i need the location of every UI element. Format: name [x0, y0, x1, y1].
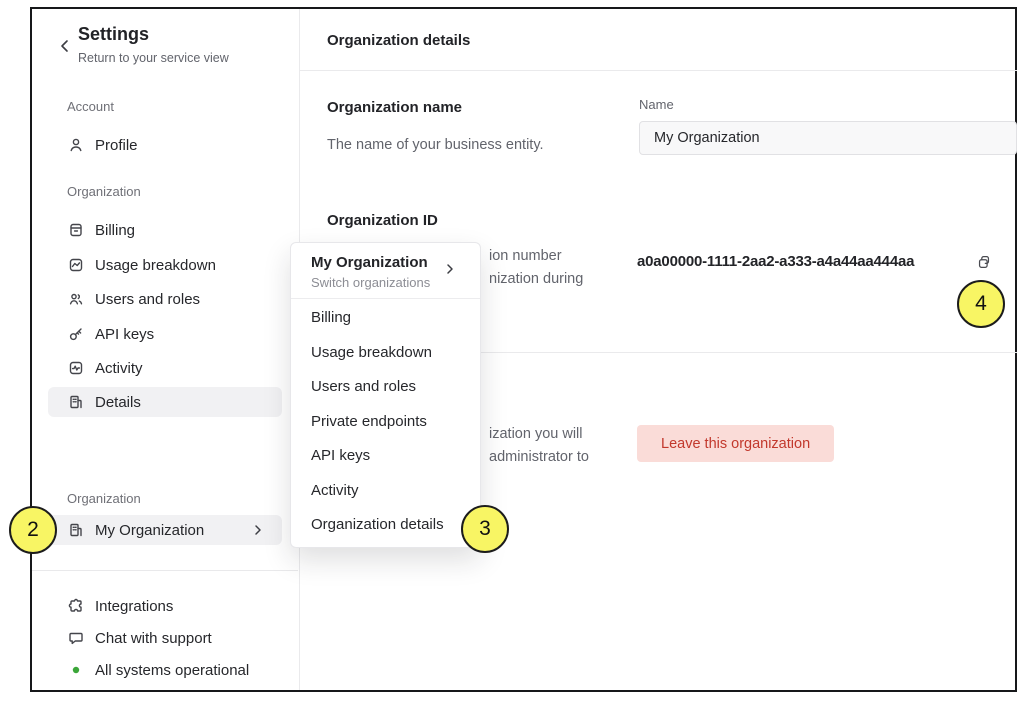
organization-name-input[interactable]: [639, 121, 1017, 155]
section-label-organization-2: Organization: [67, 491, 141, 506]
sidebar-subtitle: Return to your service view: [78, 51, 229, 65]
leave-description-line1: ization you will: [489, 426, 583, 442]
sidebar-item-billing[interactable]: Billing: [48, 215, 282, 245]
copy-icon: [976, 254, 992, 270]
organization-name-description: The name of your business entity.: [327, 137, 544, 153]
building-icon: [68, 522, 84, 538]
menu-item-billing[interactable]: Billing: [297, 302, 475, 332]
sidebar-item-profile[interactable]: Profile: [48, 130, 282, 160]
annotation-badge-2: 2: [9, 506, 57, 554]
sidebar-title: Settings: [78, 24, 149, 45]
organization-id-description-line2: nization during: [489, 271, 583, 287]
building-icon: [68, 394, 84, 410]
sidebar-item-label: Profile: [95, 137, 138, 154]
name-field-label: Name: [639, 97, 674, 112]
sidebar-item-label: API keys: [95, 326, 154, 343]
organization-menu: My Organization Switch organizations Bil…: [290, 242, 481, 548]
chart-wave-icon: [68, 257, 84, 273]
sidebar-item-label: Billing: [95, 222, 135, 239]
menu-divider: [291, 298, 480, 299]
puzzle-icon: [68, 598, 84, 614]
billing-icon: [68, 222, 84, 238]
organization-id-title: Organization ID: [327, 212, 438, 229]
app-window: Settings Return to your service view Acc…: [30, 7, 1017, 692]
annotation-badge-3: 3: [461, 505, 509, 553]
menu-item-private-endpoints[interactable]: Private endpoints: [297, 406, 475, 436]
sidebar-item-usage-breakdown[interactable]: Usage breakdown: [48, 250, 282, 280]
sidebar-item-label: Users and roles: [95, 291, 200, 308]
people-icon: [68, 291, 84, 307]
pulse-icon: [68, 360, 84, 376]
sidebar-item-label: Chat with support: [95, 630, 212, 647]
sidebar-item-system-status[interactable]: All systems operational: [48, 655, 282, 685]
annotation-badge-4: 4: [957, 280, 1005, 328]
person-icon: [68, 137, 84, 153]
chevron-right-icon: [442, 261, 458, 277]
sidebar-item-label: My Organization: [95, 522, 204, 539]
key-icon: [68, 326, 84, 342]
section-label-account: Account: [67, 99, 114, 114]
organization-id-description-line1: ion number: [489, 248, 562, 264]
sidebar-item-label: Usage breakdown: [95, 257, 216, 274]
sidebar-item-integrations[interactable]: Integrations: [48, 591, 282, 621]
leave-description-line2: administrator to: [489, 449, 589, 465]
status-dot-icon: [68, 662, 84, 678]
organization-menu-subtitle[interactable]: Switch organizations: [311, 275, 430, 290]
sidebar-item-label: Activity: [95, 360, 143, 377]
menu-item-usage-breakdown[interactable]: Usage breakdown: [297, 337, 475, 367]
menu-item-activity[interactable]: Activity: [297, 475, 475, 505]
organization-menu-title: My Organization: [311, 254, 428, 271]
sidebar-item-label: Details: [95, 394, 141, 411]
menu-item-organization-details[interactable]: Organization details: [297, 509, 475, 539]
sidebar-item-api-keys[interactable]: API keys: [48, 319, 282, 349]
settings-sidebar: Settings Return to your service view Acc…: [32, 9, 300, 690]
organization-id-value: a0a00000-1111-2aa2-a333-a4a44aa444aa: [637, 253, 914, 270]
sidebar-item-details[interactable]: Details: [48, 387, 282, 417]
sidebar-item-my-organization[interactable]: My Organization: [48, 515, 282, 545]
menu-item-users-and-roles[interactable]: Users and roles: [297, 371, 475, 401]
header-divider: [300, 70, 1017, 71]
section-label-organization: Organization: [67, 184, 141, 199]
chevron-right-icon: [250, 522, 266, 538]
page-title: Organization details: [327, 32, 470, 49]
sidebar-item-label: All systems operational: [95, 662, 249, 679]
leave-organization-button[interactable]: Leave this organization: [637, 425, 834, 462]
menu-item-api-keys[interactable]: API keys: [297, 440, 475, 470]
sidebar-item-activity[interactable]: Activity: [48, 353, 282, 383]
back-button[interactable]: [56, 37, 74, 55]
chevron-left-icon: [57, 38, 73, 54]
copy-button[interactable]: [972, 250, 996, 274]
sidebar-divider: [32, 570, 298, 571]
sidebar-item-chat-with-support[interactable]: Chat with support: [48, 623, 282, 653]
page: Settings Return to your service view Acc…: [0, 0, 1024, 703]
speech-bubble-icon: [68, 630, 84, 646]
sidebar-item-users-and-roles[interactable]: Users and roles: [48, 284, 282, 314]
organization-name-title: Organization name: [327, 99, 462, 116]
sidebar-item-label: Integrations: [95, 598, 173, 615]
